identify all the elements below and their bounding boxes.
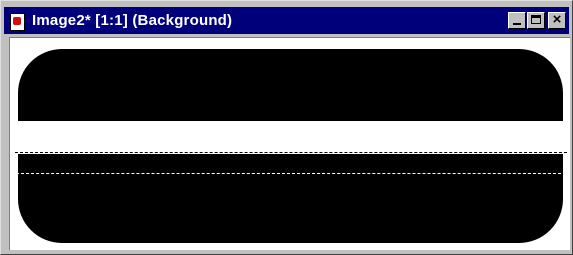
minimize-button[interactable] <box>508 12 526 29</box>
rounded-black-shape-bottom <box>18 154 563 243</box>
window-controls: × <box>507 11 566 29</box>
window-title: Image2* [1:1] (Background) <box>32 12 233 29</box>
paint-mark <box>13 16 21 25</box>
image-document-icon[interactable] <box>8 12 26 31</box>
selection-outline <box>15 152 567 153</box>
close-icon: × <box>552 11 562 28</box>
title-bar[interactable]: Image2* [1:1] (Background) × <box>4 7 569 34</box>
minimize-icon <box>513 23 521 25</box>
maximize-icon <box>531 15 541 24</box>
image-window: Image2* [1:1] (Background) × <box>0 0 573 255</box>
image-canvas[interactable] <box>9 37 570 250</box>
maximize-button[interactable] <box>527 12 545 29</box>
close-button[interactable]: × <box>548 11 566 29</box>
rounded-black-shape-top <box>18 49 563 121</box>
